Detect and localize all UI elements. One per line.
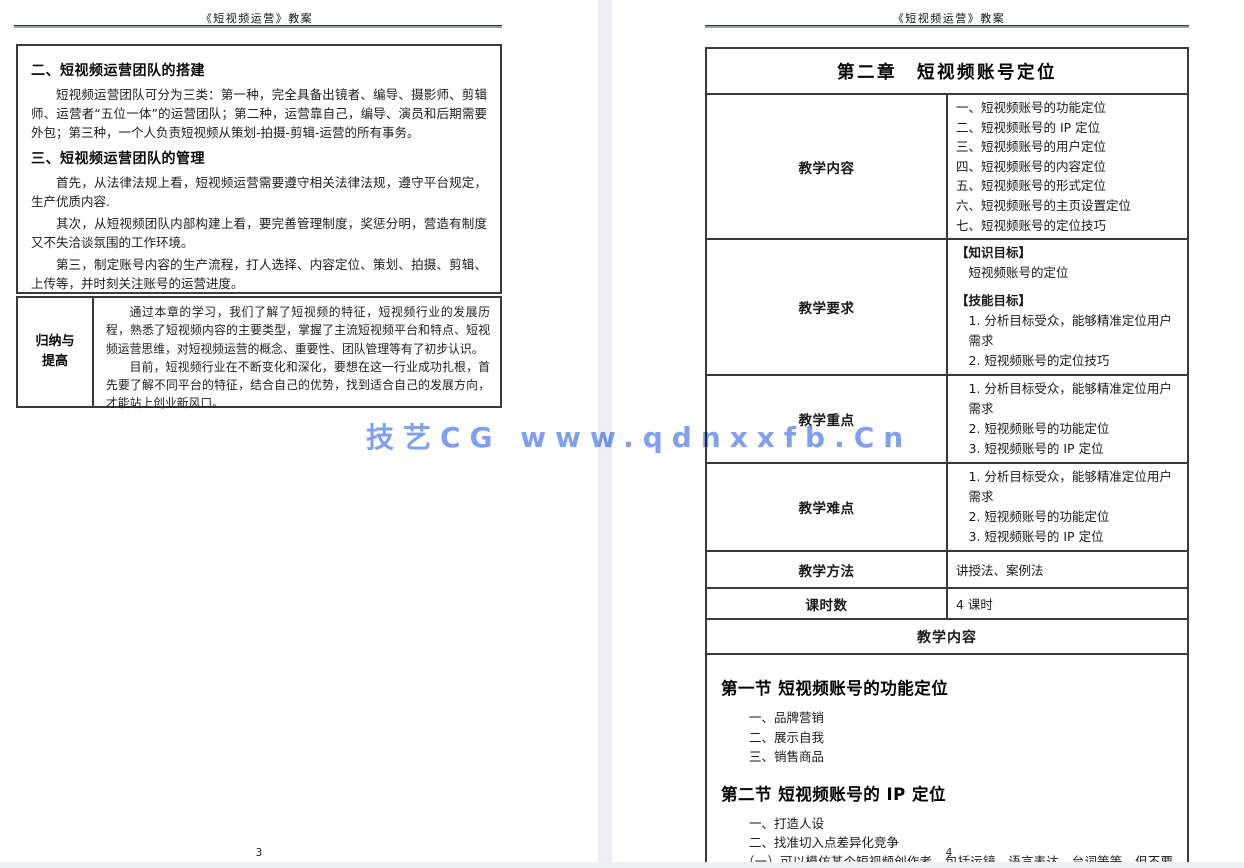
page-number: 3	[256, 847, 263, 859]
list-item: 一、打造人设	[749, 814, 1173, 834]
list-item: 六、短视频账号的主页设置定位	[956, 196, 1179, 216]
row-label-content: 教学内容	[706, 94, 947, 239]
page-number: 4	[946, 847, 953, 859]
row-label-key-points: 教学重点	[706, 375, 947, 463]
section2-title: 第二节 短视频账号的 IP 定位	[721, 781, 1173, 805]
list-item: 七、短视频账号的定位技巧	[956, 216, 1179, 236]
content-section-header: 教学内容	[706, 619, 1188, 654]
document-viewer: 《短视频运营》教案 二、短视频运营团队的搭建 短视频运营团队可分为三类：第一种，…	[0, 0, 1244, 868]
section-heading-team-management: 三、短视频运营团队的管理	[31, 148, 487, 168]
page-3: 《短视频运营》教案 二、短视频运营团队的搭建 短视频运营团队可分为三类：第一种，…	[0, 0, 598, 862]
summary-label-line1: 归纳与	[35, 332, 74, 352]
list-item: 1. 分析目标受众，能够精准定位用户需求	[969, 379, 1180, 419]
content-items-cell: 一、短视频账号的功能定位 二、短视频账号的 IP 定位 三、短视频账号的用户定位…	[947, 94, 1188, 239]
paragraph: 第三，制定账号内容的生产流程，打人选择、内容定位、策划、拍摄、剪辑、上传等，并时…	[31, 255, 487, 293]
list-item: 三、销售商品	[749, 747, 1173, 767]
header-rule	[705, 25, 1189, 28]
section-heading-team-building: 二、短视频运营团队的搭建	[31, 60, 487, 80]
row-label-method: 教学方法	[706, 551, 947, 588]
table-row: 教学内容	[706, 619, 1188, 654]
list-item: 三、短视频账号的用户定位	[956, 137, 1179, 157]
table-row: 第一节 短视频账号的功能定位 一、品牌营销 二、展示自我 三、销售商品 第二节 …	[706, 654, 1188, 868]
list-item: 一、品牌营销	[749, 708, 1173, 728]
list-item: 二、短视频账号的 IP 定位	[956, 118, 1179, 138]
table-row: 课时数 4 课时	[706, 588, 1188, 619]
list-item: 五、短视频账号的形式定位	[956, 176, 1179, 196]
list-item: 2. 短视频账号的功能定位	[969, 507, 1180, 527]
table-row: 教学重点 1. 分析目标受众，能够精准定位用户需求 2. 短视频账号的功能定位 …	[706, 375, 1188, 463]
section1-title: 第一节 短视频账号的功能定位	[721, 675, 1173, 699]
requirements-cell: 【知识目标】 短视频账号的定位 【技能目标】 1. 分析目标受众，能够精准定位用…	[947, 239, 1188, 375]
paragraph: 短视频运营团队可分为三类：第一种，完全具备出镜者、编导、摄影师、剪辑师、运营者“…	[31, 85, 487, 142]
list-item: 3. 短视频账号的 IP 定位	[969, 527, 1180, 547]
table-row: 教学方法 讲授法、案例法	[706, 551, 1188, 588]
summary-content: 通过本章的学习，我们了解了短视频的特征，短视频行业的发展历程，熟悉了短视频内容的…	[94, 298, 500, 406]
skill-goal-header: 【技能目标】	[956, 291, 1179, 311]
list-item: 2. 短视频账号的功能定位	[969, 419, 1180, 439]
paragraph: 首先，从法律法规上看，短视频运营需要遵守相关法律法规，遵守平台规定，生产优质内容…	[31, 173, 487, 211]
difficulties-cell: 1. 分析目标受众，能够精准定位用户需求 2. 短视频账号的功能定位 3. 短视…	[947, 463, 1188, 551]
knowledge-goal-header: 【知识目标】	[956, 243, 1179, 263]
list-item: 四、短视频账号的内容定位	[956, 157, 1179, 177]
method-cell: 讲授法、案例法	[947, 551, 1188, 588]
teaching-plan-table: 第二章 短视频账号定位 教学内容 一、短视频账号的功能定位 二、短视频账号的 I…	[705, 47, 1189, 868]
paragraph: 通过本章的学习，我们了解了短视频的特征，短视频行业的发展历程，熟悉了短视频内容的…	[106, 303, 490, 358]
chapter-title: 第二章 短视频账号定位	[706, 48, 1188, 94]
running-header: 《短视频运营》教案	[201, 10, 314, 26]
paragraph: 其次，从短视频团队内部构建上看，要完善管理制度，奖惩分明，营造有制度又不失洽谈氛…	[31, 214, 487, 252]
lesson-body-box: 二、短视频运营团队的搭建 短视频运营团队可分为三类：第一种，完全具备出镜者、编导…	[16, 44, 502, 294]
list-item: 1. 分析目标受众，能够精准定位用户需求	[969, 467, 1180, 507]
knowledge-goal-item: 短视频账号的定位	[969, 263, 1180, 283]
list-item: 1. 分析目标受众，能够精准定位用户需求	[969, 311, 1180, 351]
header-rule	[14, 25, 502, 28]
page-4: 《短视频运营》教案 第二章 短视频账号定位 教学内容 一、短视频账号的功能定位 …	[612, 0, 1244, 862]
list-item: 一、短视频账号的功能定位	[956, 98, 1179, 118]
list-item: 2. 短视频账号的定位技巧	[969, 351, 1180, 371]
row-label-requirements: 教学要求	[706, 239, 947, 375]
table-row: 教学难点 1. 分析目标受众，能够精准定位用户需求 2. 短视频账号的功能定位 …	[706, 463, 1188, 551]
row-label-hours: 课时数	[706, 588, 947, 619]
summary-label: 归纳与 提高	[18, 298, 94, 406]
running-header: 《短视频运营》教案	[893, 10, 1006, 26]
list-item: 二、展示自我	[749, 728, 1173, 748]
list-item: 3. 短视频账号的 IP 定位	[969, 439, 1180, 459]
section1-items: 一、品牌营销 二、展示自我 三、销售商品	[717, 708, 1173, 767]
key-points-cell: 1. 分析目标受众，能够精准定位用户需求 2. 短视频账号的功能定位 3. 短视…	[947, 375, 1188, 463]
list-item: 二、找准切入点差异化竞争	[749, 833, 1173, 853]
page-gutter	[598, 0, 612, 868]
lecture-content-cell: 第一节 短视频账号的功能定位 一、品牌营销 二、展示自我 三、销售商品 第二节 …	[706, 654, 1188, 868]
table-row: 第二章 短视频账号定位	[706, 48, 1188, 94]
paragraph: 目前，短视频行业在不断变化和深化，要想在这一行业成功扎根，首先要了解不同平台的特…	[106, 358, 490, 413]
table-row: 教学要求 【知识目标】 短视频账号的定位 【技能目标】 1. 分析目标受众，能够…	[706, 239, 1188, 375]
row-label-difficulties: 教学难点	[706, 463, 947, 551]
summary-box: 归纳与 提高 通过本章的学习，我们了解了短视频的特征，短视频行业的发展历程，熟悉…	[16, 296, 502, 408]
table-row: 教学内容 一、短视频账号的功能定位 二、短视频账号的 IP 定位 三、短视频账号…	[706, 94, 1188, 239]
hours-cell: 4 课时	[947, 588, 1188, 619]
summary-label-line2: 提高	[42, 352, 68, 372]
viewer-bottom-edge	[0, 862, 1244, 868]
